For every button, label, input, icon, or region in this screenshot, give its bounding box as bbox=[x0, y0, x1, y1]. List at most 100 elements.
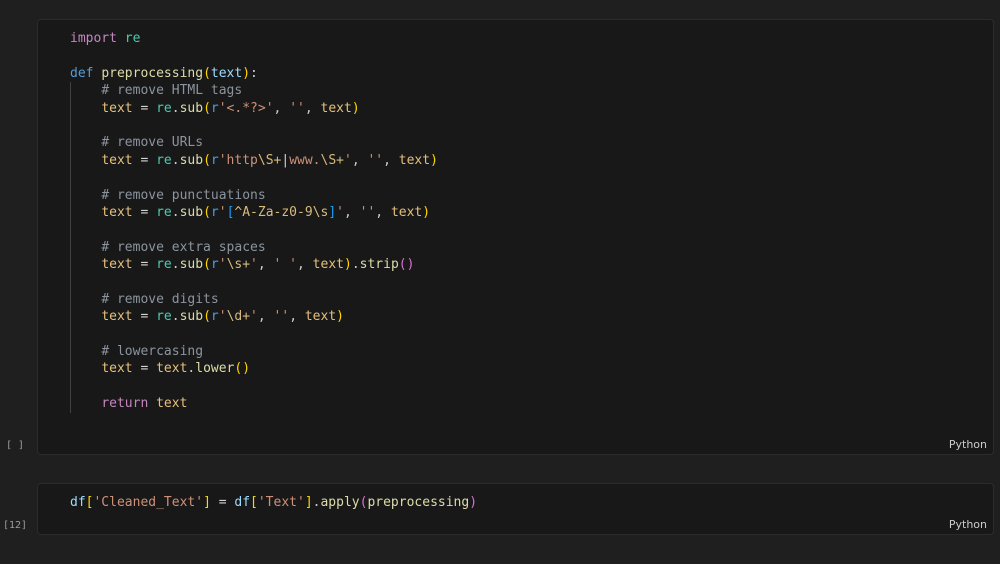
code-token: re bbox=[156, 204, 172, 220]
code-cell-1[interactable]: import re​def preprocessing(text): # rem… bbox=[37, 19, 994, 455]
code-token: text bbox=[156, 396, 188, 412]
code-token: '' bbox=[359, 204, 376, 220]
code-token: ( bbox=[203, 309, 211, 325]
code-token: 'http bbox=[218, 152, 258, 168]
code-token: ' bbox=[218, 204, 227, 220]
code-editor[interactable]: df['Cleaned_Text'] = df['Text'].apply(pr… bbox=[70, 494, 477, 511]
code-token: 'Text' bbox=[257, 495, 305, 510]
code-line: # remove digits bbox=[70, 290, 438, 309]
code-token: , bbox=[297, 257, 313, 273]
code-token: . bbox=[171, 204, 180, 220]
indent-guide bbox=[70, 308, 71, 326]
code-token: 'Cleaned_Text' bbox=[93, 495, 204, 510]
indent-guide bbox=[70, 377, 71, 396]
code-line: ​ bbox=[70, 47, 438, 64]
code-token: . bbox=[171, 152, 180, 168]
indent-guide bbox=[70, 343, 71, 361]
code-token: ( bbox=[203, 100, 211, 116]
code-line: ​ bbox=[70, 325, 438, 344]
code-token: , bbox=[343, 204, 360, 220]
code-token: strip bbox=[359, 257, 399, 273]
code-line: ​ bbox=[70, 169, 438, 187]
indent-guide bbox=[70, 360, 71, 378]
indent-guide bbox=[70, 395, 71, 413]
code-token: sub bbox=[179, 152, 204, 168]
code-token: '' bbox=[273, 309, 290, 325]
code-token: , bbox=[375, 204, 391, 220]
code-token: apply bbox=[320, 495, 360, 510]
indent-guide bbox=[70, 82, 71, 100]
code-token: [ bbox=[250, 495, 258, 510]
indent-guide bbox=[70, 256, 71, 274]
code-token: ( bbox=[203, 204, 211, 220]
code-token: ' ' bbox=[273, 257, 298, 273]
code-line: ​ bbox=[70, 221, 438, 239]
indent-guide bbox=[70, 238, 71, 257]
code-token: text bbox=[101, 152, 133, 168]
code-token: # lowercasing bbox=[101, 344, 204, 360]
indent-guide bbox=[70, 325, 71, 344]
code-token: www. bbox=[289, 152, 321, 168]
code-token: text bbox=[320, 100, 352, 116]
language-label[interactable]: Python bbox=[949, 438, 987, 451]
code-token: text bbox=[101, 361, 133, 377]
code-token: , bbox=[257, 309, 274, 325]
code-token: , bbox=[383, 152, 399, 168]
code-token: '' bbox=[289, 100, 305, 116]
code-token: \S+ bbox=[320, 152, 344, 168]
code-line: ​ bbox=[70, 116, 438, 135]
indent-guide bbox=[70, 290, 71, 309]
code-token: # remove extra spaces bbox=[101, 239, 266, 255]
code-line: text = re.sub(r'[^A-Za-z0-9\s]', '', tex… bbox=[70, 203, 438, 222]
code-token: text bbox=[101, 204, 133, 220]
code-token: # remove HTML tags bbox=[101, 83, 243, 99]
code-token: ^A-Za-z0-9\s bbox=[234, 204, 329, 220]
code-line: # remove extra spaces bbox=[70, 238, 438, 257]
code-token: r bbox=[210, 152, 219, 168]
code-token: lower bbox=[195, 361, 235, 377]
code-token: re bbox=[156, 100, 172, 116]
code-token: , bbox=[304, 100, 321, 116]
code-token: '<.*?>' bbox=[218, 100, 274, 116]
code-token: = bbox=[132, 204, 157, 220]
indent-guide bbox=[70, 134, 71, 152]
code-editor[interactable]: import re​def preprocessing(text): # rem… bbox=[70, 30, 438, 413]
indent-guide bbox=[70, 169, 71, 187]
code-token: = bbox=[210, 495, 235, 510]
code-token: text bbox=[304, 309, 337, 325]
code-token: sub bbox=[179, 257, 204, 273]
code-token: text bbox=[156, 361, 188, 377]
code-line: text = text.lower() bbox=[70, 360, 438, 378]
indent-guide bbox=[70, 221, 71, 239]
code-token: ) bbox=[343, 257, 352, 273]
code-token: \S+ bbox=[257, 152, 282, 168]
code-line: # remove HTML tags bbox=[70, 82, 438, 100]
indent-guide bbox=[70, 273, 71, 291]
code-token: '' bbox=[367, 152, 384, 168]
code-token: text bbox=[210, 65, 243, 81]
code-token: ) bbox=[351, 100, 360, 116]
code-token: r bbox=[210, 100, 219, 116]
code-line: return text bbox=[70, 395, 438, 413]
code-line: import re bbox=[70, 30, 438, 47]
code-token: ' bbox=[218, 309, 227, 325]
code-token: # remove punctuations bbox=[101, 187, 266, 203]
language-label[interactable]: Python bbox=[949, 518, 987, 531]
execution-count-cell-1: [ ] bbox=[5, 440, 25, 451]
code-token: text bbox=[101, 309, 133, 325]
code-line: ​ bbox=[70, 273, 438, 291]
code-token: ' bbox=[250, 309, 258, 325]
code-token: . bbox=[171, 100, 180, 116]
code-line: # lowercasing bbox=[70, 343, 438, 361]
code-cell-2[interactable]: df['Cleaned_Text'] = df['Text'].apply(pr… bbox=[37, 483, 994, 535]
code-token: = bbox=[132, 309, 157, 325]
indent-guide bbox=[70, 151, 71, 170]
code-line: ​ bbox=[70, 377, 438, 396]
code-token: ' bbox=[343, 152, 352, 168]
